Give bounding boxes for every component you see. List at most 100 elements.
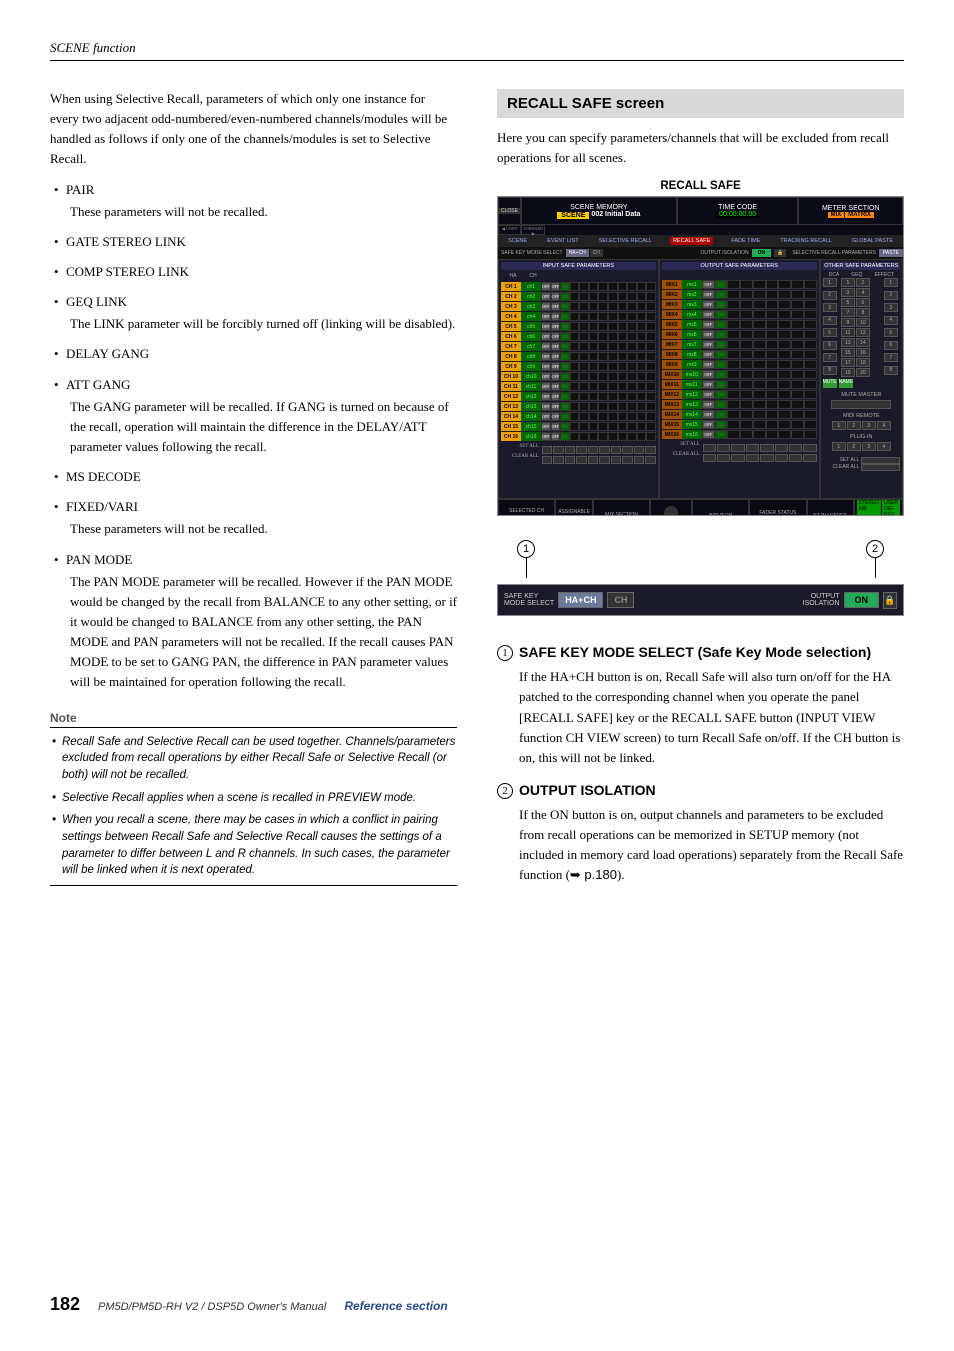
bullet-marker: •: [54, 344, 66, 364]
ss-dca-buttons[interactable]: 12345678: [823, 278, 839, 377]
ss-tab[interactable]: SCENE: [506, 238, 529, 244]
callout-1: 1: [517, 540, 535, 558]
bullet-marker: •: [54, 180, 66, 200]
ss-input-block: INPUT SAFE PARAMETERS HACH CH 1ch1OFFOFF…: [498, 259, 659, 499]
ss-output-block: OUTPUT SAFE PARAMETERS MIX1mx1OFFONMIX2m…: [659, 259, 820, 499]
ss-mute-master-lbl: MUTE MASTER: [823, 392, 900, 398]
heading-title-2: OUTPUT ISOLATION: [519, 782, 656, 799]
ss-ch-btn[interactable]: CH: [590, 249, 603, 257]
bullet-body: The PAN MODE parameter will be recalled.…: [70, 572, 457, 693]
ss-mute-master-btn[interactable]: [831, 400, 891, 409]
section-2-post: ).: [617, 867, 625, 882]
left-column: When using Selective Recall, parameters …: [50, 89, 457, 900]
ss-midi-remote-lbl: MIDI REMOTE: [823, 413, 900, 419]
bullet-body: These parameters will not be recalled.: [70, 519, 457, 539]
ss-scene-hdr: SCENE MEMORY: [570, 204, 627, 211]
ss-tab[interactable]: SELECTIVE RECALL: [597, 238, 654, 244]
ss-effect-buttons[interactable]: 12345678: [884, 278, 900, 377]
ss-paste-btn[interactable]: PASTE: [879, 249, 903, 257]
ss-tab-selected[interactable]: RECALL SAFE: [670, 237, 713, 245]
note-list: Recall Safe and Selective Recall can be …: [52, 734, 457, 879]
ss-midi-buttons[interactable]: 1234: [823, 421, 900, 430]
bullet-title: ATT GANG: [66, 377, 130, 392]
section-1-body: If the HA+CH button is on, Recall Safe w…: [519, 667, 904, 768]
footer-reference: Reference section: [344, 1299, 447, 1313]
page-number: 182: [50, 1294, 80, 1315]
bullet-att-gang: •ATT GANG The GANG parameter will be rec…: [54, 375, 457, 458]
ss-other-block: OTHER SAFE PARAMETERS DCAGEQEFFECT 12345…: [820, 259, 903, 499]
bullet-body: The LINK parameter will be forcibly turn…: [70, 314, 457, 334]
ss-scene-value: 002 Initial Data: [591, 211, 640, 218]
hach-button[interactable]: HA+CH: [558, 592, 603, 608]
bullet-title: COMP STEREO LINK: [66, 264, 189, 279]
ch-button[interactable]: CH: [607, 592, 634, 608]
bullet-list: •PAIR These parameters will not be recal…: [54, 180, 457, 693]
header-function-label: SCENE function: [50, 40, 904, 61]
ss-clearall-lbl: CLEAR ALL: [501, 454, 539, 464]
on-button[interactable]: ON: [844, 592, 880, 608]
ss-setall-lbl: SET ALL: [501, 444, 539, 454]
ss-tc-label: TIME CODE: [718, 204, 757, 211]
bullet-body: These parameters will not be recalled.: [70, 202, 457, 222]
bullet-geq-link: •GEQ LINK The LINK parameter will be for…: [54, 292, 457, 334]
bullet-comp-stereo: •COMP STEREO LINK: [54, 262, 457, 282]
footer-model: PM5D/PM5D-RH V2 / DSP5D Owner's Manual: [98, 1301, 326, 1313]
section-1-heading: 1 SAFE KEY MODE SELECT (Safe Key Mode se…: [497, 644, 904, 661]
ss-meter-label: METER SECTION: [822, 205, 880, 212]
bullet-title: PAIR: [66, 182, 94, 197]
section-2-body: If the ON button is on, output channels …: [519, 805, 904, 886]
ss-tab[interactable]: FADE TIME: [729, 238, 762, 244]
ss-lock-icon[interactable]: 🔒: [774, 249, 786, 257]
bullet-fixed-vari: •FIXED/VARI These parameters will not be…: [54, 497, 457, 539]
bullet-gate-stereo: •GATE STEREO LINK: [54, 232, 457, 252]
strip-left: SAFE KEY MODE SELECT HA+CH CH: [504, 592, 634, 608]
ss-tab[interactable]: TRACKING RECALL: [778, 238, 833, 244]
ss-scene-label: SCENE: [557, 212, 589, 219]
bullet-marker: •: [54, 375, 66, 395]
ss-outiso-lbl: OUTPUT ISOLATION: [697, 250, 751, 256]
bullet-ms-decode: •MS DECODE: [54, 467, 457, 487]
ss-geq-buttons[interactable]: 1234567891011121314151617181920: [841, 278, 882, 377]
callout-line: [875, 558, 876, 578]
ss-selrec-lbl: SELECTIVE RECALL PARAMETERS: [789, 250, 879, 256]
callout-row: 1 2: [497, 540, 904, 578]
note-1: Recall Safe and Selective Recall can be …: [52, 734, 457, 784]
left-intro: When using Selective Recall, parameters …: [50, 89, 457, 170]
lock-icon[interactable]: 🔒: [883, 592, 897, 609]
bullet-title: MS DECODE: [66, 469, 141, 484]
page-footer: 182 PM5D/PM5D-RH V2 / DSP5D Owner's Manu…: [50, 1294, 904, 1315]
section-2-heading: 2 OUTPUT ISOLATION: [497, 782, 904, 799]
bullet-title: PAN MODE: [66, 552, 132, 567]
ss-hach-btn[interactable]: HA+CH: [566, 249, 589, 257]
bullet-title: GATE STEREO LINK: [66, 234, 186, 249]
bullet-delay-gang: •DELAY GANG: [54, 344, 457, 364]
two-column-layout: When using Selective Recall, parameters …: [50, 89, 904, 900]
ss-hach-toggle: HACH: [503, 272, 654, 280]
recall-safe-title: RECALL SAFE screen: [497, 89, 904, 118]
ui-strip: SAFE KEY MODE SELECT HA+CH CH OUTPUT ISO…: [497, 584, 904, 616]
recall-safe-intro: Here you can specify parameters/channels…: [497, 128, 904, 168]
ss-tab-row: SCENE EVENT LIST SELECTIVE RECALL RECALL…: [498, 235, 903, 247]
bullet-pan-mode: •PAN MODE The PAN MODE parameter will be…: [54, 550, 457, 693]
ss-scene-box: SCENE MEMORY SCENE 002 Initial Data: [521, 197, 677, 225]
note-rule-top: [50, 727, 457, 728]
ss-timecode-box: TIME CODE 00:00:00.00: [677, 197, 799, 225]
strip-left-label: SAFE KEY MODE SELECT: [504, 593, 554, 608]
ss-meter-matrix: MATRIX: [845, 212, 874, 218]
ss-tab[interactable]: EVENT LIST: [545, 238, 580, 244]
ss-meter-mix: MIX: [828, 212, 845, 218]
ss-safe-key-lbl: SAFE KEY MODE SELECT: [498, 250, 566, 256]
ss-other-hdr: OTHER SAFE PARAMETERS: [823, 262, 900, 270]
bullet-title: GEQ LINK: [66, 294, 127, 309]
ss-tab[interactable]: GLOBAL PASTE: [850, 238, 895, 244]
ss-plugin-buttons[interactable]: 1234: [823, 442, 900, 451]
strip-right-label: OUTPUT ISOLATION: [803, 593, 840, 608]
ss-output-hdr: OUTPUT SAFE PARAMETERS: [662, 262, 817, 270]
note-3: When you recall a scene, there may be ca…: [52, 812, 457, 879]
ss-plugin-lbl: PLUG-IN: [823, 434, 900, 440]
ss-on-btn[interactable]: ON: [752, 249, 772, 257]
callout-line: [526, 558, 527, 578]
bullet-marker: •: [54, 262, 66, 282]
callout-2: 2: [866, 540, 884, 558]
right-column: RECALL SAFE screen Here you can specify …: [497, 89, 904, 900]
